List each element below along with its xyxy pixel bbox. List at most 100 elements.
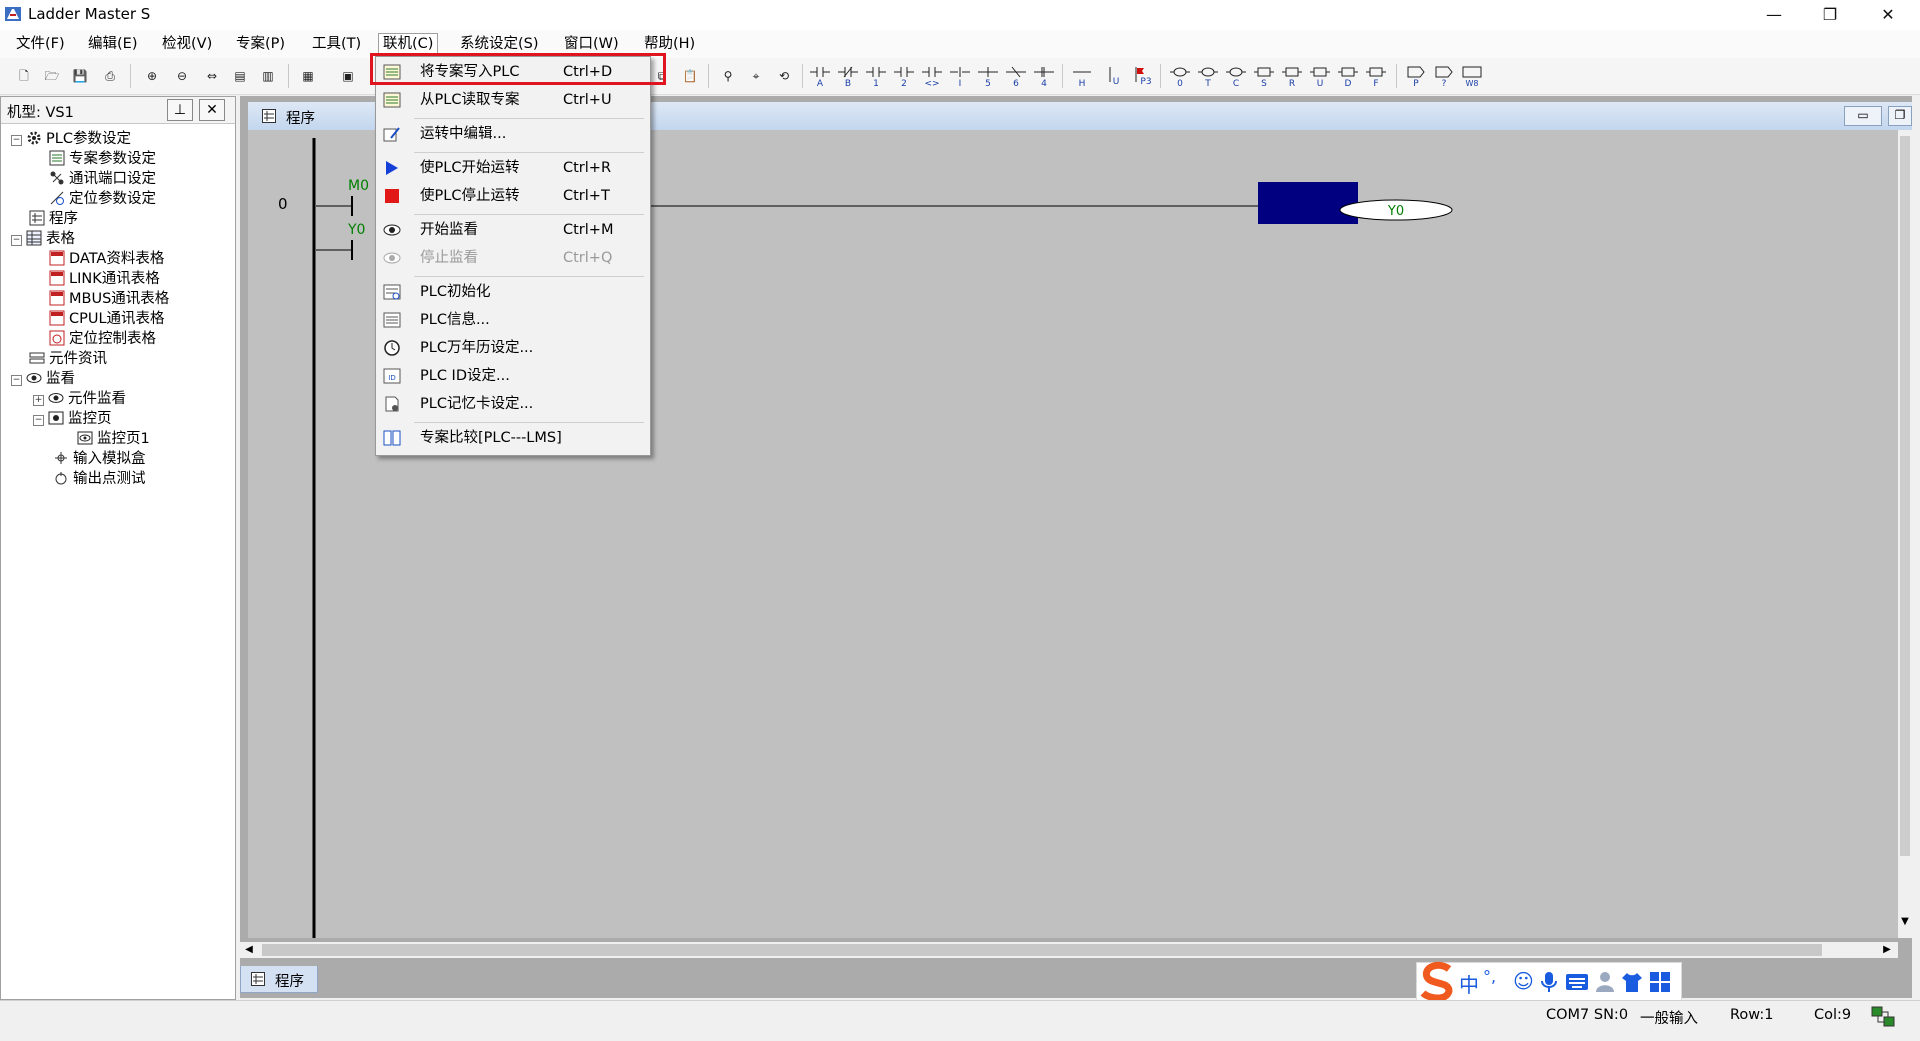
menu-item-plc-calendar[interactable]: PLC万年历设定... (376, 335, 650, 361)
menu-item-stop-plc[interactable]: 使PLC停止运转 Ctrl+T (376, 183, 650, 209)
fit-width-icon[interactable]: ⇔ (200, 64, 224, 88)
coil-u-icon[interactable]: U (1308, 64, 1332, 89)
toolbox-grid-icon[interactable] (1649, 971, 1671, 993)
scroll-down-arrow-icon[interactable]: ▼ (1898, 916, 1912, 932)
contact-1-icon[interactable]: 1 (864, 64, 888, 89)
menu-item-plc-init[interactable]: PLC初始化 (376, 279, 650, 305)
contact-2-icon[interactable]: 2 (892, 64, 916, 89)
coil-c-icon[interactable]: C (1224, 64, 1248, 89)
view-icon[interactable]: ▤ (228, 64, 252, 88)
emoji-icon[interactable]: ☺ (1513, 969, 1534, 993)
menu-item-plc-memory-card[interactable]: PLC记忆卡设定... (376, 391, 650, 417)
restore-button[interactable]: ❐ (1802, 0, 1858, 30)
collapse-icon[interactable]: − (11, 375, 22, 386)
tree-item-position-table[interactable]: 定位控制表格 (49, 329, 156, 349)
tree-item-component-monitor[interactable]: + 元件监看 (33, 389, 126, 409)
tree-item-project-params[interactable]: 专案参数设定 (49, 149, 156, 169)
menu-project[interactable]: 专案(P) (232, 34, 289, 54)
user-icon[interactable] (1595, 971, 1615, 993)
coil-d-icon[interactable]: D (1336, 64, 1360, 89)
zoom-out-icon[interactable]: ⊖ (170, 64, 194, 88)
tree-item-data-table[interactable]: DATA资料表格 (49, 249, 164, 269)
open-folder-icon[interactable]: 🗁 (40, 64, 64, 88)
doc-restore-button[interactable]: ❐ (1888, 106, 1912, 126)
menu-tools[interactable]: 工具(T) (308, 34, 365, 54)
coil-r-icon[interactable]: R (1280, 64, 1304, 89)
contact-5-icon[interactable]: 5 (976, 64, 1000, 89)
tab-program[interactable]: 程序 (240, 966, 318, 993)
goto-icon[interactable]: ⌖ (744, 64, 768, 88)
tree-item-comm-port[interactable]: 通讯端口设定 (49, 169, 156, 189)
replace-icon[interactable]: ⟲ (772, 64, 796, 88)
coil-0-icon[interactable]: 0 (1168, 64, 1192, 89)
list-icon[interactable]: ▥ (256, 64, 280, 88)
scroll-right-arrow-icon[interactable]: ▶ (1880, 942, 1894, 958)
menu-item-edit-while-running[interactable]: 运转中编辑... (376, 121, 650, 147)
coil-f-icon[interactable]: F (1364, 64, 1388, 89)
sogou-logo-icon[interactable] (1417, 959, 1461, 1003)
menu-edit[interactable]: 编辑(E) (84, 34, 141, 54)
tree-item-cpul-table[interactable]: CPUL通讯表格 (49, 309, 165, 329)
monitor-icon[interactable]: ▣ (336, 64, 360, 88)
menu-item-start-monitor[interactable]: 开始监看 Ctrl+M (376, 217, 650, 243)
menu-window[interactable]: 窗口(W) (560, 34, 623, 54)
ime-punctuation-indicator[interactable]: °, (1483, 967, 1496, 986)
contact-b-icon[interactable]: B (836, 64, 860, 89)
tree-item-component-info[interactable]: 元件资讯 (29, 349, 107, 369)
expand-icon[interactable]: + (33, 395, 44, 406)
menu-item-compare-project[interactable]: 专案比较[PLC---LMS] (376, 425, 650, 451)
contact-4-icon[interactable]: 4 (1032, 64, 1056, 89)
zoom-in-icon[interactable]: ⊕ (140, 64, 164, 88)
keyboard-icon[interactable] (1565, 973, 1589, 991)
contact-a-icon[interactable]: A (808, 64, 832, 89)
contact-i-icon[interactable]: I (948, 64, 972, 89)
pulse-icon[interactable]: P3 (1130, 64, 1154, 88)
function-p-icon[interactable]: P (1404, 64, 1428, 89)
collapse-icon[interactable]: − (11, 235, 22, 246)
collapse-icon[interactable]: − (33, 415, 44, 426)
contact-compare-icon[interactable]: <> (920, 64, 944, 89)
horizontal-scrollbar[interactable]: ◀ ▶ (240, 942, 1898, 958)
tree-item-output-test[interactable]: 输出点测试 (53, 469, 146, 489)
tree-item-link-table[interactable]: LINK通讯表格 (49, 269, 160, 289)
close-panel-icon[interactable]: ✕ (199, 99, 225, 121)
menu-item-plc-info[interactable]: PLC信息... (376, 307, 650, 333)
coil-t-icon[interactable]: T (1196, 64, 1220, 89)
ime-language-indicator[interactable]: 中 (1459, 969, 1479, 998)
scroll-left-arrow-icon[interactable]: ◀ (242, 942, 256, 958)
horizontal-scroll-thumb[interactable] (262, 944, 1822, 956)
tree-item-monitor[interactable]: − 监看 (11, 369, 75, 389)
find-icon[interactable]: ⚲ (716, 64, 740, 88)
tree-item-input-simulator[interactable]: 输入模拟盒 (53, 449, 146, 469)
menu-file[interactable]: 文件(F) (12, 34, 69, 54)
menu-item-plc-id[interactable]: ID PLC ID设定... (376, 363, 650, 389)
tree-item-tables[interactable]: − 表格 (11, 229, 75, 249)
function-query-icon[interactable]: ? (1432, 64, 1456, 89)
menu-view[interactable]: 检视(V) (158, 34, 216, 54)
tree-item-monitor-page[interactable]: − 监控页 (33, 409, 112, 429)
tree-item-program[interactable]: 程序 (29, 209, 78, 229)
tree-item-mbus-table[interactable]: MBUS通讯表格 (49, 289, 169, 309)
menu-item-read-from-plc[interactable]: 从PLC读取专案 Ctrl+U (376, 87, 650, 113)
menu-online[interactable]: 联机(C) (378, 33, 439, 55)
tree-item-monitor-page-1[interactable]: 监控页1 (77, 429, 150, 449)
contact-6-icon[interactable]: 6 (1004, 64, 1028, 89)
coil-s-icon[interactable]: S (1252, 64, 1276, 89)
minimize-button[interactable]: — (1746, 0, 1802, 30)
vertical-line-icon[interactable]: U (1102, 64, 1126, 88)
collapse-icon[interactable]: − (11, 135, 22, 146)
microphone-icon[interactable] (1541, 971, 1557, 993)
print-icon[interactable]: ⎙ (98, 64, 122, 88)
menu-item-start-plc[interactable]: 使PLC开始运转 Ctrl+R (376, 155, 650, 181)
horizontal-line-icon[interactable]: H (1070, 64, 1094, 89)
paste-icon[interactable]: 📋 (678, 64, 702, 88)
tree-item-position-params[interactable]: 定位参数设定 (49, 189, 156, 209)
menu-system-settings[interactable]: 系统设定(S) (456, 34, 543, 54)
save-icon[interactable]: 💾 (68, 64, 92, 88)
close-button[interactable]: ✕ (1860, 0, 1916, 30)
vertical-scrollbar[interactable]: ▼ (1898, 130, 1912, 938)
menu-help[interactable]: 帮助(H) (640, 34, 699, 54)
function-w8-icon[interactable]: W8 (1460, 64, 1484, 88)
new-file-icon[interactable]: 🗋 (12, 64, 36, 88)
pin-icon[interactable]: ⊥ (167, 99, 193, 121)
